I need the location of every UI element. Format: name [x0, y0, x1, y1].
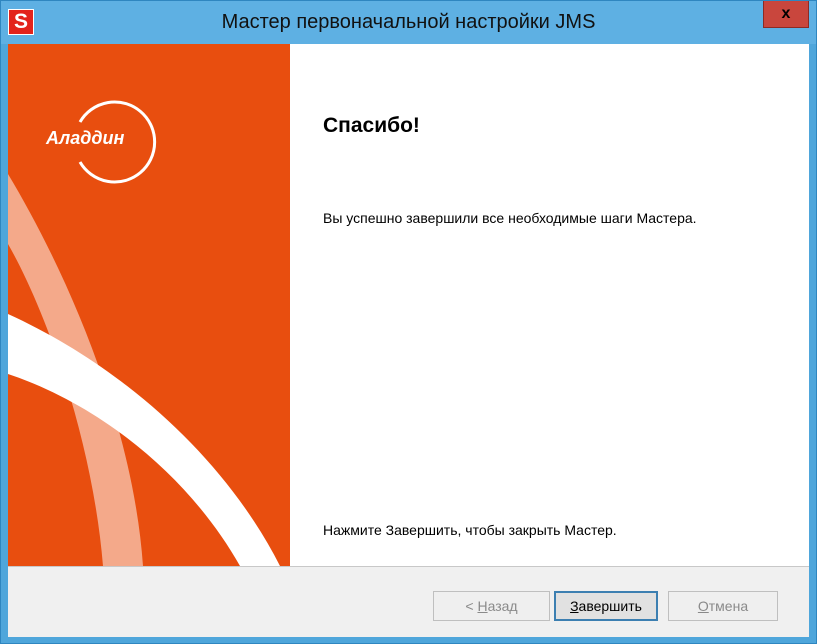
cancel-accel: О [697, 598, 709, 614]
back-prefix: < [465, 598, 478, 614]
side-panel-banner: Аладдин [8, 44, 290, 566]
finish-accel: З [570, 598, 579, 614]
finish-button[interactable]: Завершить [554, 591, 658, 621]
banner-graphic [8, 44, 290, 566]
close-button[interactable]: x [763, 1, 809, 28]
button-bar: < Назад Завершить Отмена [8, 566, 809, 637]
window-title: Мастер первоначальной настройки JMS [221, 11, 596, 33]
app-icon: S [8, 9, 34, 35]
cancel-label: тмена [708, 598, 749, 614]
finish-hint: Нажмите Завершить, чтобы закрыть Мастер. [323, 522, 617, 538]
content-panel: Спасибо! Вы успешно завершили все необхо… [290, 44, 809, 566]
aladdin-logo: Аладдин [46, 128, 125, 148]
back-button[interactable]: < Назад [433, 591, 550, 621]
client-area: Аладдин Спасибо! Вы успешно завершили вс… [8, 44, 809, 637]
wizard-window: S Мастер первоначальной настройки JMS x … [0, 0, 817, 644]
finish-label: авершить [578, 598, 642, 614]
page-title: Спасибо! [323, 114, 420, 137]
title-bar[interactable]: S Мастер первоначальной настройки JMS x [1, 1, 816, 44]
back-accel: Н [477, 598, 488, 614]
back-label: азад [487, 598, 518, 614]
completion-message: Вы успешно завершили все необходимые шаг… [323, 210, 697, 226]
cancel-button[interactable]: Отмена [668, 591, 778, 621]
